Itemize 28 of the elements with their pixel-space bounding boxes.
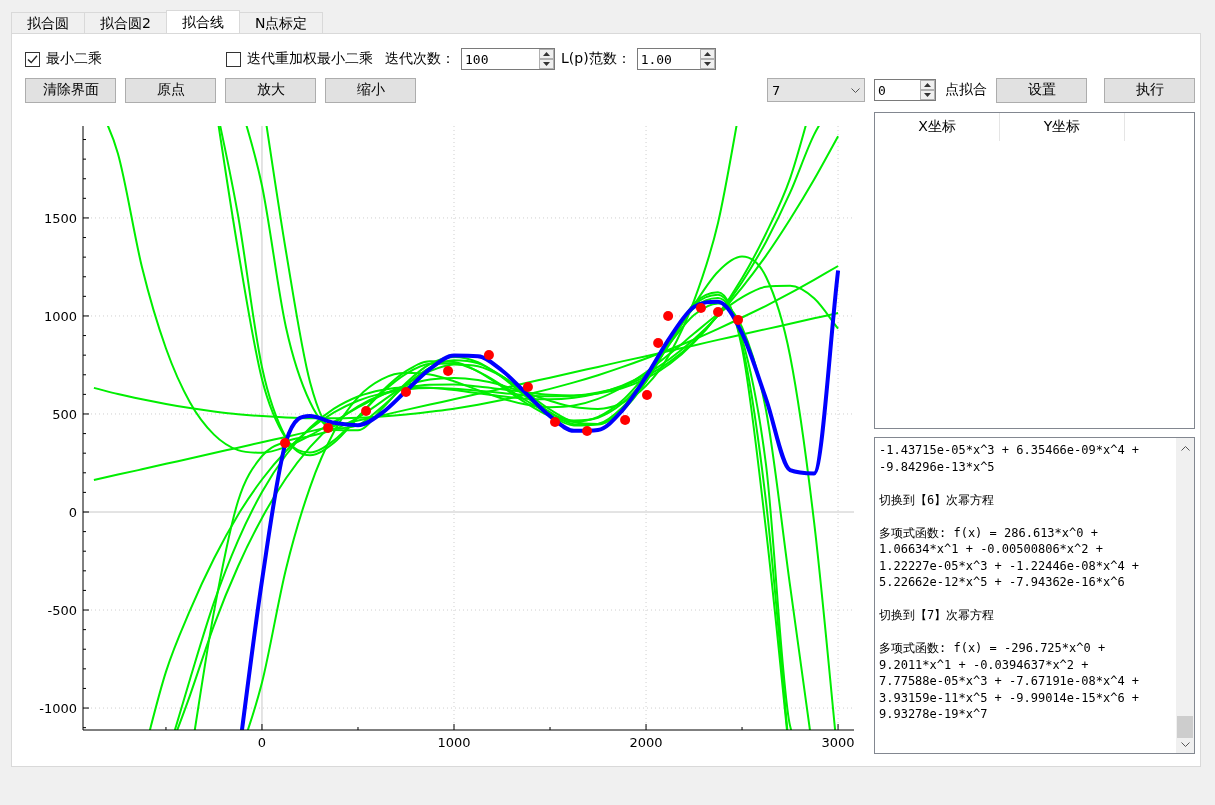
checkbox-label: 最小二乘 [46, 50, 102, 68]
log-line: 5.22662e-12*x^5 + -7.94362e-16*x^6 [879, 574, 1126, 591]
x-tick-label: 2000 [629, 735, 663, 750]
log-line: 切换到【7】次幂方程 [879, 607, 996, 624]
y-tick-label: 1500 [43, 210, 77, 226]
y-tick-label: -500 [47, 603, 77, 618]
log-line: 多项式函数: f(x) = -296.725*x^0 + [879, 640, 1107, 657]
field-label: 点拟合 [945, 81, 987, 99]
field-label: 迭代次数： [385, 50, 455, 68]
y-tick-label: 0 [68, 505, 77, 520]
y-tick-label: -1000 [39, 701, 77, 717]
checkbox-label: 迭代重加权最小二乘 [247, 50, 373, 68]
x-tick-label: 3000 [821, 735, 855, 750]
y-tick-label: 500 [52, 407, 77, 422]
log-line: -1.43715e-05*x^3 + 6.35466e-09*x^4 + [879, 442, 1141, 459]
log-line: 1.06634*x^1 + -0.00500806*x^2 + [879, 541, 1104, 558]
log-line: 9.93278e-19*x^7 [879, 706, 989, 723]
log-line: 9.2011*x^1 + -0.0394637*x^2 + [879, 656, 1090, 673]
log-line: -9.84296e-13*x^5 [879, 458, 996, 475]
log-line: 切换到【6】次幂方程 [879, 491, 996, 508]
field-label: L(p)范数： [561, 50, 631, 68]
y-tick-label: 1000 [43, 308, 77, 324]
log-line: 7.77588e-05*x^3 + -7.67191e-08*x^4 + [879, 673, 1141, 690]
log-line: 多项式函数: f(x) = 286.613*x^0 + [879, 524, 1099, 541]
log-line: 1.22227e-05*x^3 + -1.22446e-08*x^4 + [879, 557, 1141, 574]
log-line: 3.93159e-11*x^5 + -9.99014e-15*x^6 + [879, 689, 1141, 706]
x-tick-label: 1000 [437, 735, 471, 750]
x-tick-label: 0 [257, 735, 267, 750]
